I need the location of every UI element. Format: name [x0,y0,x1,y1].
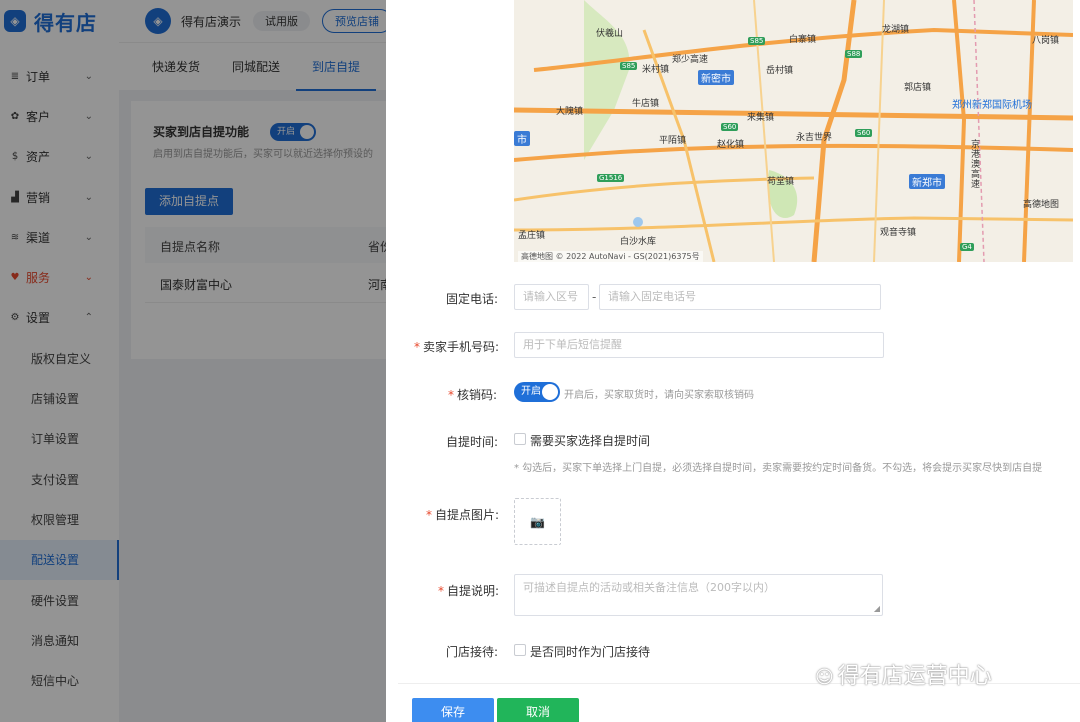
map-label: 白沙水库 [620,237,657,247]
map-label: 郑少高速 [672,55,709,65]
pickup-time-label: 自提时间: [446,435,499,449]
reception-label: 门店接待: [446,645,499,659]
map-label: 牛店镇 [632,99,660,109]
required-mark: * [438,584,444,598]
map-label: 来集镇 [747,113,775,123]
textarea-placeholder: 可描述自提点的活动或相关备注信息（200字以内） [523,581,775,594]
pickup-desc-label: * 自提说明: [438,582,499,599]
pickup-time-hint: * 勾选后，买家下单选择上门自提，必须选择自提时间，卖家需要按约定时间备货。不勾… [514,463,1043,474]
camera-icon: 📷 [530,514,545,529]
verify-label: * 核销码: [448,386,497,403]
map-highway-label: S60 [721,123,739,131]
map-label: 龙湖镇 [882,25,910,35]
map-highway-label: S88 [845,50,863,58]
map-label: 白寨镇 [789,35,817,45]
reception-checkbox-label[interactable]: 是否同时作为门店接待 [530,643,650,660]
area-code-input[interactable]: 请输入区号 [514,284,589,310]
map-label: 观音寺镇 [880,228,917,238]
location-map[interactable]: 伏羲山 郑少高速 白寨镇 龙湖镇 八岗镇 米村镇 岳村镇 郭店镇 牛店镇 来集镇… [514,0,1073,262]
map-city-label: 新郑市 [909,174,945,189]
dash-separator: - [592,290,597,304]
map-copyright: 高德地图 © 2022 AutoNavi - GS(2021)6375号 [518,251,703,262]
watermark-text: 得有店运营中心 [837,664,992,689]
map-highway-label: S60 [855,129,873,137]
map-airport-label: 郑州新郑国际机场 [952,100,1032,111]
save-button[interactable]: 保存 [412,698,494,722]
map-highway-label: S85 [620,62,638,70]
required-mark: * [426,508,432,522]
map-highway-label: G4 [960,243,974,251]
toggle-label: 开启 [521,386,541,397]
map-label: 京港澳高速 [971,140,981,190]
watermark: ☺ 得有店运营中心 [815,658,992,690]
map-label: 郭店镇 [904,83,932,93]
toggle-knob [542,384,558,400]
map-highway-label: G1516 [597,174,625,182]
map-label: 苟堂镇 [767,177,795,187]
pickup-desc-textarea[interactable]: 可描述自提点的活动或相关备注信息（200字以内） ◢ [514,574,883,616]
wechat-icon: ☺ [815,667,834,688]
cancel-button[interactable]: 取消 [497,698,579,722]
verify-label-text: 核销码: [457,388,498,402]
map-city-label: 市 [514,131,530,146]
mobile-label-text: 卖家手机号码: [423,340,500,354]
pickup-time-checkbox[interactable] [514,433,526,445]
mobile-label: * 卖家手机号码: [414,338,499,355]
landline-label: 固定电话: [446,292,499,306]
map-label: 赵化镇 [717,140,745,150]
verify-hint: 开启后，买家取货时，请向买家索取核销码 [564,390,754,401]
map-brand: 高德地图 [521,252,553,261]
pickup-desc-label-text: 自提说明: [447,584,500,598]
map-label: 孟庄镇 [518,231,546,241]
pickup-image-label: * 自提点图片: [426,506,499,523]
map-poi-label: 永吉世界 [796,133,833,143]
map-label: 平陌镇 [659,136,687,146]
map-label: 岳村镇 [766,66,794,76]
map-label: 大隗镇 [556,107,584,117]
map-attribution: © 2022 AutoNavi - GS(2021)6375号 [555,252,700,261]
map-label: 八岗镇 [1032,36,1060,46]
landline-input[interactable]: 请输入固定电话号 [599,284,881,310]
required-mark: * [414,340,420,354]
image-uploader[interactable]: 📷 [514,498,561,545]
required-mark: * [448,388,454,402]
resize-handle-icon[interactable]: ◢ [874,605,880,613]
pickup-point-drawer: 伏羲山 郑少高速 白寨镇 龙湖镇 八岗镇 米村镇 岳村镇 郭店镇 牛店镇 来集镇… [386,0,1080,722]
map-label: 高德地图 [1023,200,1060,210]
verify-code-toggle[interactable]: 开启 [514,382,560,402]
pickup-time-checkbox-label[interactable]: 需要买家选择自提时间 [530,432,650,449]
mobile-input[interactable]: 用于下单后短信提醒 [514,332,884,358]
pickup-image-label-text: 自提点图片: [435,508,500,522]
map-label: 伏羲山 [596,29,624,39]
map-city-label: 新密市 [698,70,734,85]
reception-checkbox[interactable] [514,644,526,656]
map-highway-label: S85 [748,37,766,45]
map-label: 米村镇 [642,65,670,75]
